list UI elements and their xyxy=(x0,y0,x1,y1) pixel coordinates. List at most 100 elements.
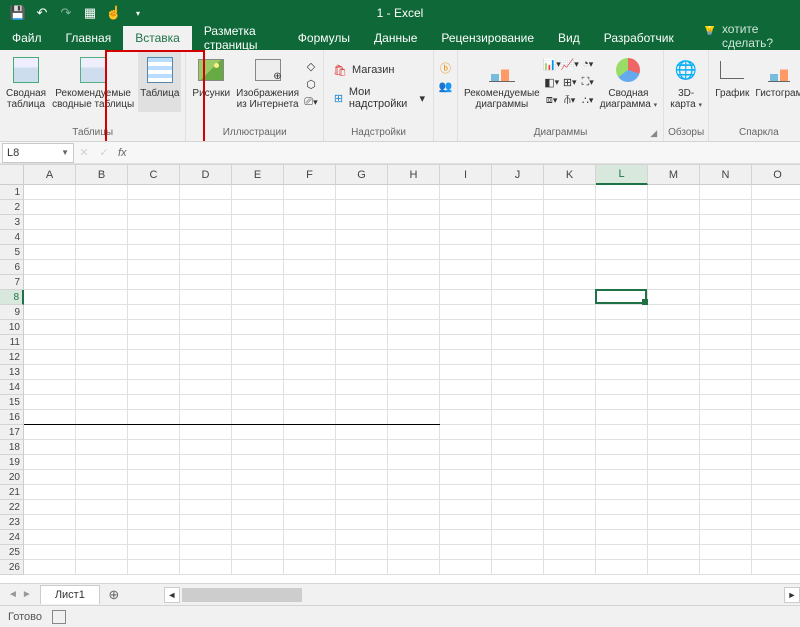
cell[interactable] xyxy=(24,410,76,425)
cell[interactable] xyxy=(544,380,596,395)
cell[interactable] xyxy=(752,485,800,500)
cell[interactable] xyxy=(752,560,800,575)
cell[interactable] xyxy=(440,380,492,395)
cell[interactable] xyxy=(492,320,544,335)
cell[interactable] xyxy=(388,305,440,320)
map-chart-icon[interactable]: ⛶▾ xyxy=(580,74,596,90)
column-header[interactable]: C xyxy=(128,165,180,185)
cell[interactable] xyxy=(388,440,440,455)
cell[interactable] xyxy=(180,395,232,410)
row-header[interactable]: 7 xyxy=(0,275,24,290)
my-addins-button[interactable]: ⊞ Мои надстройки ▾ xyxy=(328,88,429,108)
cell[interactable] xyxy=(492,305,544,320)
cell[interactable] xyxy=(24,515,76,530)
cell[interactable] xyxy=(700,215,752,230)
pivot-chart-button[interactable]: Сводная диаграмма ▾ xyxy=(598,52,659,113)
cell[interactable] xyxy=(752,425,800,440)
pictures-button[interactable]: Рисунки xyxy=(190,52,232,112)
cell[interactable] xyxy=(440,200,492,215)
cell[interactable] xyxy=(596,185,648,200)
cell[interactable] xyxy=(752,305,800,320)
cell[interactable] xyxy=(76,290,128,305)
cell[interactable] xyxy=(336,425,388,440)
cell[interactable] xyxy=(700,350,752,365)
recommended-charts-button[interactable]: Рекомендуемые диаграммы xyxy=(462,52,542,112)
cell[interactable] xyxy=(284,320,336,335)
cell[interactable] xyxy=(492,275,544,290)
cell[interactable] xyxy=(128,440,180,455)
cell[interactable] xyxy=(180,560,232,575)
pivot-table-button[interactable]: Сводная таблица xyxy=(4,52,48,112)
cell[interactable] xyxy=(24,260,76,275)
cell[interactable] xyxy=(700,410,752,425)
cell[interactable] xyxy=(596,425,648,440)
cell[interactable] xyxy=(700,395,752,410)
cell[interactable] xyxy=(284,395,336,410)
cell[interactable] xyxy=(596,560,648,575)
cell[interactable] xyxy=(128,350,180,365)
cell[interactable] xyxy=(492,545,544,560)
cell[interactable] xyxy=(128,500,180,515)
cell[interactable] xyxy=(388,335,440,350)
cell[interactable] xyxy=(648,545,700,560)
cell[interactable] xyxy=(492,230,544,245)
cell[interactable] xyxy=(24,200,76,215)
cell[interactable] xyxy=(24,455,76,470)
cell[interactable] xyxy=(232,440,284,455)
cell[interactable] xyxy=(596,335,648,350)
cell[interactable] xyxy=(648,335,700,350)
cell[interactable] xyxy=(284,200,336,215)
grid-icon[interactable]: ▦ xyxy=(82,5,98,21)
row-headers[interactable]: 1234567891011121314151617181920212223242… xyxy=(0,185,24,575)
cell[interactable] xyxy=(284,425,336,440)
cell[interactable] xyxy=(752,365,800,380)
cell[interactable] xyxy=(752,200,800,215)
cell[interactable] xyxy=(232,545,284,560)
cell[interactable] xyxy=(24,560,76,575)
cell[interactable] xyxy=(596,320,648,335)
cell[interactable] xyxy=(388,230,440,245)
cell[interactable] xyxy=(180,305,232,320)
cell[interactable] xyxy=(336,200,388,215)
column-chart-icon[interactable]: 📊▾ xyxy=(544,56,560,72)
cell[interactable] xyxy=(596,515,648,530)
column-header[interactable]: I xyxy=(440,165,492,185)
cell[interactable] xyxy=(440,395,492,410)
cell[interactable] xyxy=(284,260,336,275)
cell[interactable] xyxy=(492,365,544,380)
cell[interactable] xyxy=(648,455,700,470)
cell[interactable] xyxy=(336,245,388,260)
smartart-icon[interactable]: ⬡ xyxy=(303,76,319,92)
cell[interactable] xyxy=(700,440,752,455)
cell[interactable] xyxy=(388,215,440,230)
cell[interactable] xyxy=(76,380,128,395)
row-header[interactable]: 14 xyxy=(0,380,24,395)
cell[interactable] xyxy=(24,305,76,320)
cancel-formula-icon[interactable]: ✕ xyxy=(74,146,94,159)
cell[interactable] xyxy=(388,185,440,200)
cell[interactable] xyxy=(76,215,128,230)
cell[interactable] xyxy=(596,470,648,485)
row-header[interactable]: 1 xyxy=(0,185,24,200)
sheet-nav-prev-icon[interactable]: ◄ xyxy=(8,589,18,600)
cell[interactable] xyxy=(180,485,232,500)
row-header[interactable]: 5 xyxy=(0,245,24,260)
tab-insert[interactable]: Вставка xyxy=(123,26,192,50)
cell[interactable] xyxy=(128,515,180,530)
cell[interactable] xyxy=(284,275,336,290)
cell[interactable] xyxy=(544,530,596,545)
cell[interactable] xyxy=(180,515,232,530)
cell[interactable] xyxy=(388,275,440,290)
cell[interactable] xyxy=(284,380,336,395)
cell[interactable] xyxy=(24,380,76,395)
cell[interactable] xyxy=(284,485,336,500)
cell[interactable] xyxy=(648,305,700,320)
cell[interactable] xyxy=(232,200,284,215)
cell[interactable] xyxy=(232,380,284,395)
cell[interactable] xyxy=(492,410,544,425)
cell[interactable] xyxy=(492,215,544,230)
cell[interactable] xyxy=(180,200,232,215)
touch-mode-icon[interactable]: ☝ xyxy=(106,5,122,21)
horizontal-scrollbar[interactable]: ◄ ► xyxy=(164,587,800,603)
cell[interactable] xyxy=(232,470,284,485)
